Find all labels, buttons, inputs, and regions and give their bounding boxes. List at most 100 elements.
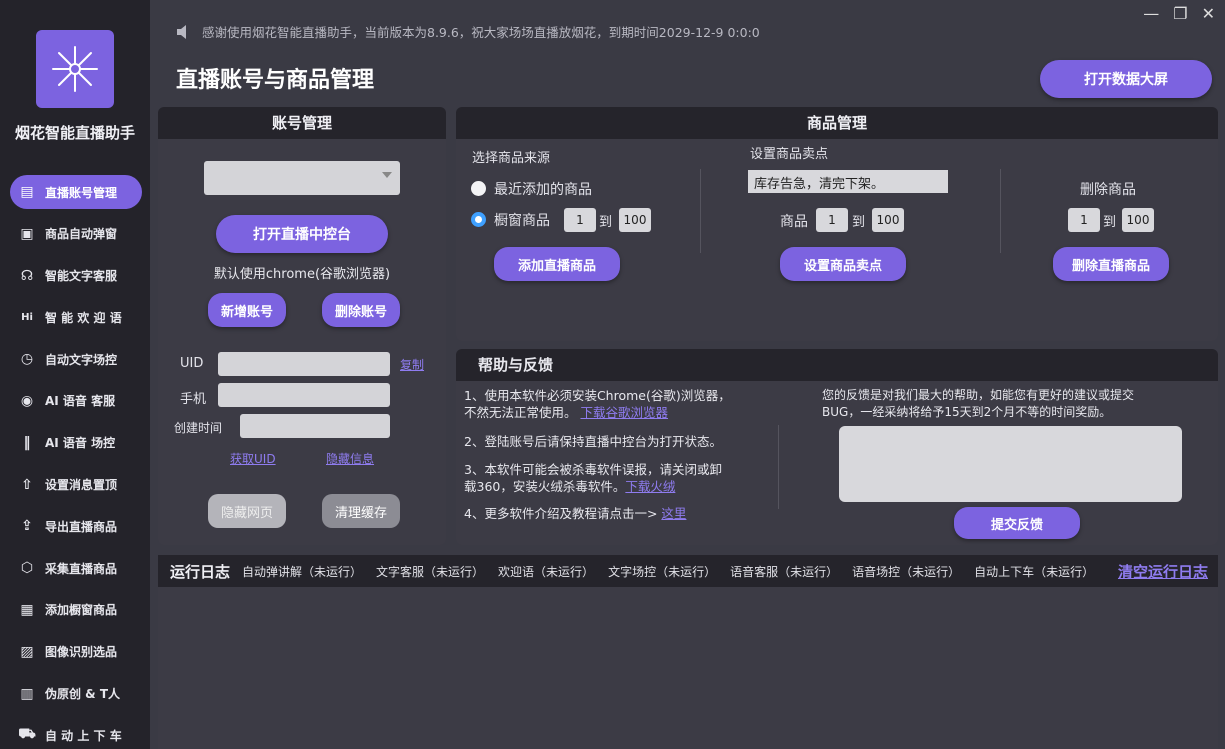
firework-icon <box>52 46 98 92</box>
feedback-note: 您的反馈是对我们最大的帮助，如能您有更好的建议或提交 BUG，一经采纳将给予15… <box>822 387 1134 421</box>
log-status-item: 语音场控（未运行） <box>852 564 961 579</box>
export-icon: ⇪ <box>21 518 33 535</box>
range-to-input[interactable]: 100 <box>619 208 651 232</box>
sidebar-nav: ▤ 直播账号管理 ▣ 商品自动弹窗 ☊ 智能文字客服 Hi 智 能 欢 迎 语 ◷ 自动文字场控 ◉… <box>10 175 142 749</box>
add-account-button[interactable]: 新增账号 <box>208 293 286 327</box>
sidebar-item-4[interactable]: ◷ 自动文字场控 <box>10 342 142 376</box>
app-name: 烟花智能直播助手 <box>14 124 135 142</box>
chevron-down-icon <box>382 172 392 178</box>
log-output <box>158 587 1218 749</box>
id-card-icon: ▤ <box>20 184 34 200</box>
sidebar-item-3[interactable]: Hi 智 能 欢 迎 语 <box>10 300 142 334</box>
range-from-input[interactable]: 1 <box>564 208 596 232</box>
copy-link[interactable]: 复制 <box>400 356 424 373</box>
selling-from-input[interactable]: 1 <box>816 208 848 232</box>
divider <box>700 169 701 253</box>
add-live-goods-button[interactable]: 添加直播商品 <box>494 247 620 281</box>
clear-cache-button[interactable]: 清理缓存 <box>322 494 400 528</box>
restore-icon[interactable]: ❐ <box>1173 4 1187 23</box>
goods-panel: 商品管理 选择商品来源 最近添加的商品 橱窗商品 1 到 100 添加直播商品 … <box>456 107 1218 341</box>
arrow-up-icon: ⇧ <box>21 476 33 493</box>
sidebar-item-6[interactable]: ‖ AI 语音 场控 <box>10 426 142 460</box>
notice-bar: 感谢使用烟花智能直播助手，当前版本为8.9.6，祝大家场场直播放烟花，到期时间2… <box>176 22 760 41</box>
phone-label: 手机 <box>180 392 207 407</box>
hide-info-link[interactable]: 隐藏信息 <box>326 450 374 467</box>
sidebar-item-label: AI 语音 客服 <box>45 394 116 409</box>
log-status-item: 文字场控（未运行） <box>608 564 717 579</box>
hide-page-button[interactable]: 隐藏网页 <box>208 494 286 528</box>
notice-text: 感谢使用烟花智能直播助手，当前版本为8.9.6，祝大家场场直播放烟花，到期时间2… <box>202 25 760 40</box>
sidebar-item-label: 商品自动弹窗 <box>45 227 118 242</box>
radio-window[interactable] <box>471 212 486 227</box>
open-console-button[interactable]: 打开直播中控台 <box>216 215 388 253</box>
help-line-1b-text: 不然无法正常使用。 <box>464 405 577 420</box>
delete-live-goods-button[interactable]: 删除直播商品 <box>1053 247 1169 281</box>
radio-recent[interactable] <box>471 181 486 196</box>
goods-panel-title: 商品管理 <box>456 107 1218 139</box>
sidebar-item-12[interactable]: ▥ 伪原创 & T人 <box>10 677 142 711</box>
log-status-item: 文字客服（未运行） <box>376 564 485 579</box>
sidebar-item-13[interactable]: ⛟ 自 动 上 下 车 <box>10 718 142 749</box>
set-selling-button[interactable]: 设置商品卖点 <box>780 247 906 281</box>
created-time-field[interactable] <box>240 414 390 438</box>
sidebar-item-label: 导出直播商品 <box>45 519 118 534</box>
delete-to-label: 到 <box>1103 215 1117 230</box>
browser-note: 默认使用chrome(谷歌浏览器) <box>213 267 391 282</box>
window-controls: — ❐ ✕ <box>1143 4 1215 23</box>
help-line-1: 1、使用本软件必须安装Chrome(谷歌)浏览器， 不然无法正常使用。 下载谷歌… <box>464 387 731 421</box>
log-title: 运行日志 <box>170 562 231 581</box>
sidebar-item-label: 自动文字场控 <box>45 352 118 367</box>
feedback-textarea[interactable] <box>839 426 1182 502</box>
download-chrome-link[interactable]: 下载谷歌浏览器 <box>581 405 669 420</box>
download-huorong-link[interactable]: 下载火绒 <box>625 479 675 494</box>
selling-title: 设置商品卖点 <box>750 147 829 162</box>
help-line-4: 4、更多软件介绍及教程请点击一> 这里 <box>464 505 686 522</box>
sidebar-item-1[interactable]: ▣ 商品自动弹窗 <box>10 217 142 251</box>
created-time-label: 创建时间 <box>174 421 223 435</box>
close-icon[interactable]: ✕ <box>1202 4 1215 23</box>
sidebar-item-11[interactable]: ▨ 图像识别选品 <box>10 635 142 669</box>
sidebar-item-10[interactable]: ▦ 添加橱窗商品 <box>10 593 142 627</box>
get-uid-link[interactable]: 获取UID <box>230 450 276 467</box>
selling-to-input[interactable]: 100 <box>872 208 904 232</box>
help-line-3b-text: 载360，安装火绒杀毒软件。 <box>464 479 626 494</box>
selling-text-field[interactable]: 库存告急，清完下架。 <box>748 170 948 193</box>
delete-account-button[interactable]: 删除账号 <box>322 293 400 327</box>
sidebar-item-7[interactable]: ⇧ 设置消息置顶 <box>10 468 142 502</box>
submit-feedback-button[interactable]: 提交反馈 <box>954 507 1080 539</box>
sidebar-item-2[interactable]: ☊ 智能文字客服 <box>10 259 142 293</box>
phone-field[interactable] <box>218 383 390 407</box>
minimize-icon[interactable]: — <box>1143 4 1159 23</box>
delete-to-input[interactable]: 100 <box>1122 208 1154 232</box>
sidebar-item-label: 直播账号管理 <box>45 185 118 200</box>
help-line-2: 2、登陆账号后请保持直播中控台为打开状态。 <box>464 434 722 449</box>
hi-icon: Hi <box>21 311 33 323</box>
goods-label: 商品 <box>780 214 808 230</box>
uid-field[interactable] <box>218 352 390 376</box>
cart-icon: ⛟ <box>18 726 36 743</box>
sidebar-item-label: AI 语音 场控 <box>45 436 116 451</box>
image-icon: ▨ <box>20 643 34 660</box>
source-title: 选择商品来源 <box>472 151 551 166</box>
account-panel: 账号管理 打开直播中控台 默认使用chrome(谷歌浏览器) 新增账号 删除账号… <box>158 107 446 545</box>
page-title: 直播账号与商品管理 <box>176 68 375 93</box>
sidebar-item-label: 自 动 上 下 车 <box>45 728 122 743</box>
waveform-icon: ‖ <box>23 434 31 451</box>
help-line-1-text: 1、使用本软件必须安装Chrome(谷歌)浏览器， <box>464 388 731 403</box>
log-status-item: 欢迎语（未运行） <box>498 564 595 579</box>
account-select[interactable] <box>204 161 400 195</box>
sidebar-item-8[interactable]: ⇪ 导出直播商品 <box>10 509 142 543</box>
sidebar-item-label: 智能文字客服 <box>45 269 118 284</box>
ai-voice-icon: ◉ <box>20 392 34 409</box>
sidebar-item-label: 添加橱窗商品 <box>45 603 118 618</box>
clear-log-link[interactable]: 清空运行日志 <box>1118 561 1208 582</box>
sidebar-item-0[interactable]: ▤ 直播账号管理 <box>10 175 142 209</box>
sidebar-item-9[interactable]: ⬡ 采集直播商品 <box>10 551 142 585</box>
open-dashboard-button[interactable]: 打开数据大屏 <box>1040 60 1212 98</box>
clock-icon: ◷ <box>20 351 34 368</box>
log-bar: 运行日志 自动弹讲解（未运行） 文字客服（未运行） 欢迎语（未运行） 文字场控（未运行… <box>158 555 1218 587</box>
delete-from-input[interactable]: 1 <box>1068 208 1100 232</box>
sidebar-item-5[interactable]: ◉ AI 语音 客服 <box>10 384 142 418</box>
tutorial-link[interactable]: 这里 <box>661 506 686 521</box>
window-icon: ▦ <box>20 601 34 618</box>
